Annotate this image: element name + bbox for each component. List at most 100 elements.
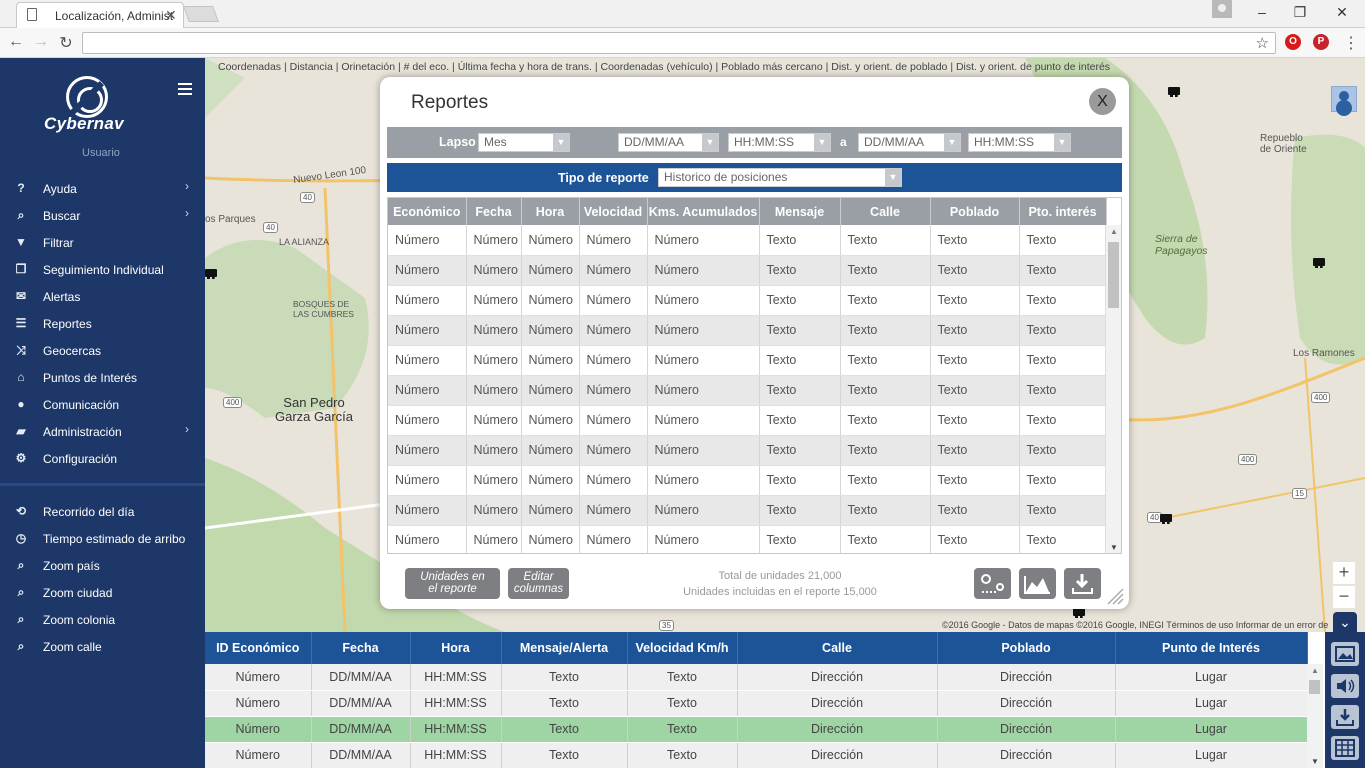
vehicle-column-header[interactable]: Hora	[410, 632, 502, 664]
sidebar-item-tiempo-estimado-de-arribo[interactable]: ◷ Tiempo estimado de arribo	[0, 525, 205, 552]
unidades-en-reporte-button[interactable]: Unidades en el reporte	[405, 568, 500, 599]
sidebar-item-alertas[interactable]: ✉ Alertas	[0, 283, 205, 310]
table-row[interactable]: Número Número Número Número Número Texto Texto…	[388, 525, 1107, 553]
vehicle-column-header[interactable]: Punto de Interés	[1115, 632, 1308, 664]
truck-icon[interactable]	[1073, 608, 1085, 618]
route-icon	[981, 574, 1004, 593]
truck-icon[interactable]	[1313, 258, 1325, 268]
sidebar-item-filtrar[interactable]: ▼ Filtrar	[0, 229, 205, 256]
back-icon[interactable]: ←	[6, 33, 26, 51]
sidebar-item-geocercas[interactable]: ⤨ Geocercas	[0, 337, 205, 364]
date-from-select[interactable]: DD/MM/AA ▼	[618, 133, 719, 152]
sidebar-item-comunicación[interactable]: ● Comunicación	[0, 391, 205, 418]
table-row[interactable]: Número DD/MM/AA HH:MM:SS Texto Texto Direcció…	[205, 690, 1308, 717]
table-row[interactable]: Número Número Número Número Número Texto Texto…	[388, 255, 1107, 286]
grid-column-header[interactable]: Calle	[840, 198, 931, 225]
table-view-button[interactable]	[1331, 736, 1359, 760]
time-to-select[interactable]: HH:MM:SS ▼	[968, 133, 1071, 152]
table-cell: Número	[579, 465, 648, 496]
table-row[interactable]: Número Número Número Número Número Texto Texto…	[388, 315, 1107, 346]
vehicle-column-header[interactable]: Velocidad Km/h	[627, 632, 738, 664]
grid-scroll-thumb[interactable]	[1108, 242, 1119, 308]
table-row[interactable]: Número DD/MM/AA HH:MM:SS Texto Texto Direcció…	[205, 742, 1308, 768]
chevron-down-icon[interactable]: ⌄	[1333, 612, 1357, 634]
new-tab-button[interactable]	[183, 6, 219, 22]
menu-dots-icon[interactable]: ⋮	[1341, 33, 1361, 53]
vehicle-column-header[interactable]: ID Económico	[205, 632, 312, 664]
image-button[interactable]	[1331, 642, 1359, 666]
sidebar-item-ayuda[interactable]: ? Ayuda ›	[0, 175, 205, 202]
vehicle-column-header[interactable]: Calle	[737, 632, 938, 664]
sidebar-item-zoom-calle[interactable]: ⌕ Zoom calle	[0, 633, 205, 660]
sidebar-item-reportes[interactable]: ☰ Reportes	[0, 310, 205, 337]
street-view-icon[interactable]	[1331, 86, 1357, 112]
sidebar-item-administración[interactable]: ▰ Administración ›	[0, 418, 205, 445]
table-row[interactable]: Número Número Número Número Número Texto Texto…	[388, 495, 1107, 526]
sidebar-item-zoom-ciudad[interactable]: ⌕ Zoom ciudad	[0, 579, 205, 606]
table-row[interactable]: Número Número Número Número Número Texto Texto…	[388, 285, 1107, 316]
truck-icon[interactable]	[1160, 514, 1172, 524]
grid-column-header[interactable]: Hora	[521, 198, 580, 225]
table-row[interactable]: Número Número Número Número Número Texto Texto…	[388, 345, 1107, 376]
grid-column-header[interactable]: Pto. interés	[1019, 198, 1107, 225]
time-from-select[interactable]: HH:MM:SS ▼	[728, 133, 831, 152]
vehicle-table-scrollbar[interactable]: ▲ ▼	[1307, 664, 1323, 768]
sidebar-item-buscar[interactable]: ⌕ Buscar ›	[0, 202, 205, 229]
resize-grip-icon[interactable]	[1106, 587, 1124, 605]
editar-columnas-button[interactable]: Editar columnas	[508, 568, 569, 599]
grid-column-header[interactable]: Kms. Acumulados	[647, 198, 760, 225]
reload-icon[interactable]: ↻	[56, 33, 76, 53]
address-bar[interactable]: ☆	[82, 32, 1276, 54]
truck-icon[interactable]	[1168, 87, 1180, 97]
vehicle-table-scroll-thumb[interactable]	[1309, 680, 1320, 694]
grid-column-header[interactable]: Velocidad	[579, 198, 648, 225]
download-button[interactable]	[1331, 705, 1359, 729]
grid-scrollbar[interactable]: ▲ ▼	[1105, 225, 1121, 553]
close-tab-icon[interactable]: ✕	[165, 7, 177, 24]
close-window-icon[interactable]: ✕	[1332, 4, 1352, 21]
minimize-icon[interactable]: –	[1252, 4, 1272, 20]
table-row[interactable]: Número DD/MM/AA HH:MM:SS Texto Texto Direcció…	[205, 664, 1308, 691]
sidebar-item-zoom-colonia[interactable]: ⌕ Zoom colonia	[0, 606, 205, 633]
profile-icon[interactable]	[1212, 0, 1232, 18]
grid-column-header[interactable]: Fecha	[466, 198, 522, 225]
pinterest-icon[interactable]: P	[1313, 34, 1329, 50]
vehicle-column-header[interactable]: Poblado	[937, 632, 1116, 664]
sidebar-item-configuración[interactable]: ⚙ Configuración	[0, 445, 205, 472]
forward-icon[interactable]: →	[31, 33, 51, 51]
hamburger-menu-icon[interactable]	[178, 83, 192, 95]
opera-icon[interactable]: O	[1285, 34, 1301, 50]
browser-tab[interactable]: Localización, Administrac ✕	[16, 2, 184, 28]
table-row[interactable]: Número DD/MM/AA HH:MM:SS Texto Texto Direcció…	[205, 716, 1308, 743]
download-report-button[interactable]	[1064, 568, 1101, 599]
lapso-select[interactable]: Mes ▼	[478, 133, 570, 152]
table-row[interactable]: Número Número Número Número Número Texto Texto…	[388, 465, 1107, 496]
bookmark-star-icon[interactable]: ☆	[1256, 34, 1269, 52]
sidebar-item-puntos-de-interés[interactable]: ⌂ Puntos de Interés	[0, 364, 205, 391]
chart-button[interactable]	[1019, 568, 1056, 599]
tipo-reporte-select[interactable]: Historico de posiciones ▼	[658, 168, 902, 187]
restore-icon[interactable]: ❐	[1290, 4, 1310, 21]
vehicle-column-header[interactable]: Mensaje/Alerta	[501, 632, 628, 664]
date-to-select[interactable]: DD/MM/AA ▼	[858, 133, 961, 152]
grid-column-header[interactable]: Económico	[388, 198, 467, 225]
table-cell: Texto	[1019, 315, 1107, 346]
route-map-button[interactable]	[974, 568, 1011, 599]
dialog-close-button[interactable]: X	[1089, 88, 1116, 115]
sound-button[interactable]	[1331, 674, 1359, 698]
table-row[interactable]: Número Número Número Número Número Texto Texto…	[388, 225, 1107, 256]
grid-column-header[interactable]: Poblado	[930, 198, 1020, 225]
lapso-filter-bar: Lapso Mes ▼ DD/MM/AA ▼ HH:MM:SS ▼ a DD/MM/A…	[387, 127, 1122, 158]
table-row[interactable]: Número Número Número Número Número Texto Texto…	[388, 375, 1107, 406]
zoom-out-button[interactable]: −	[1333, 586, 1355, 608]
truck-icon[interactable]	[205, 269, 217, 279]
sidebar-item-zoom-país[interactable]: ⌕ Zoom país	[0, 552, 205, 579]
sidebar-item-recorrido-del-día[interactable]: ⟲ Recorrido del día	[0, 498, 205, 525]
grid-column-header[interactable]: Mensaje	[759, 198, 841, 225]
vehicle-column-header[interactable]: Fecha	[311, 632, 411, 664]
sidebar-item-seguimiento-individual[interactable]: ❐ Seguimiento Individual	[0, 256, 205, 283]
table-row[interactable]: Número Número Número Número Número Texto Texto…	[388, 405, 1107, 436]
user-label[interactable]: Usuario	[82, 147, 120, 159]
zoom-in-button[interactable]: +	[1333, 562, 1355, 584]
table-row[interactable]: Número Número Número Número Número Texto Texto…	[388, 435, 1107, 466]
